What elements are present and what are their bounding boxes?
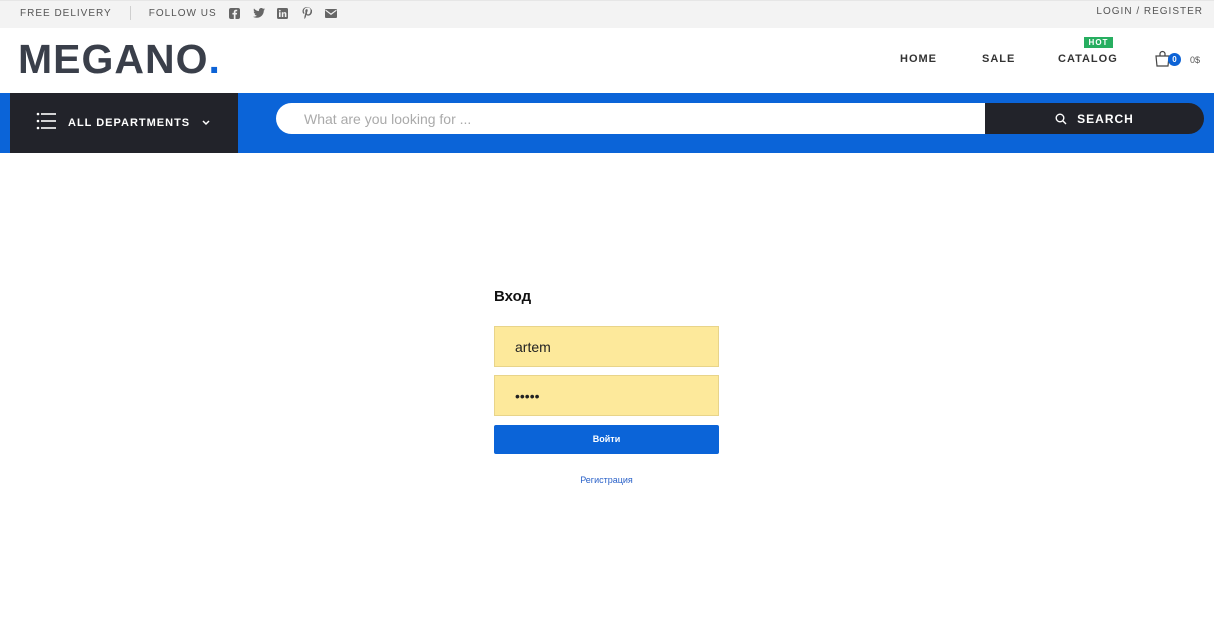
divider <box>129 6 131 20</box>
login-title: Вход <box>494 288 532 305</box>
chevron-down-icon <box>202 118 210 128</box>
search-button-label: SEARCH <box>1077 111 1134 126</box>
username-field[interactable] <box>494 326 719 367</box>
linkedin-icon[interactable] <box>277 7 289 19</box>
twitter-icon[interactable] <box>252 7 265 19</box>
top-bar: FREE DELIVERY FOLLOW US LOGIN / REGISTER <box>0 0 1214 28</box>
password-field[interactable] <box>494 375 719 416</box>
free-delivery-text: FREE DELIVERY <box>20 7 112 19</box>
follow-us-text: FOLLOW US <box>148 7 217 19</box>
nav-sale[interactable]: SALE <box>982 53 1015 65</box>
hot-badge: HOT <box>1084 37 1113 48</box>
mail-icon[interactable] <box>324 7 337 19</box>
departments-label: ALL DEPARTMENTS <box>68 117 191 129</box>
nav-home[interactable]: HOME <box>900 53 937 65</box>
register-link[interactable]: Регистрация <box>494 475 719 485</box>
pinterest-icon[interactable] <box>301 7 313 19</box>
top-bar-left: FREE DELIVERY FOLLOW US <box>20 6 349 20</box>
search-button[interactable]: SEARCH <box>985 103 1204 134</box>
search-icon <box>1055 113 1067 124</box>
logo-text: MEGANO <box>18 36 209 82</box>
all-departments-button[interactable]: ALL DEPARTMENTS <box>10 93 238 153</box>
logo-dot: . <box>208 36 221 82</box>
nav-catalog[interactable]: CATALOG <box>1058 53 1118 65</box>
search-bar: ALL DEPARTMENTS SEARCH <box>0 93 1214 153</box>
social-links <box>229 7 349 19</box>
cart-count-badge: 0 <box>1168 53 1181 66</box>
site-logo[interactable]: MEGANO. <box>18 36 221 83</box>
facebook-icon[interactable] <box>229 7 241 19</box>
login-register-link[interactable]: LOGIN / REGISTER <box>1096 6 1203 17</box>
login-submit-button[interactable]: Войти <box>494 425 719 454</box>
cart-total: 0$ <box>1190 55 1201 65</box>
menu-list-icon <box>36 111 56 136</box>
main-header: MEGANO. HOME SALE HOT CATALOG 0 0$ <box>0 28 1214 93</box>
search-input[interactable] <box>276 103 986 134</box>
